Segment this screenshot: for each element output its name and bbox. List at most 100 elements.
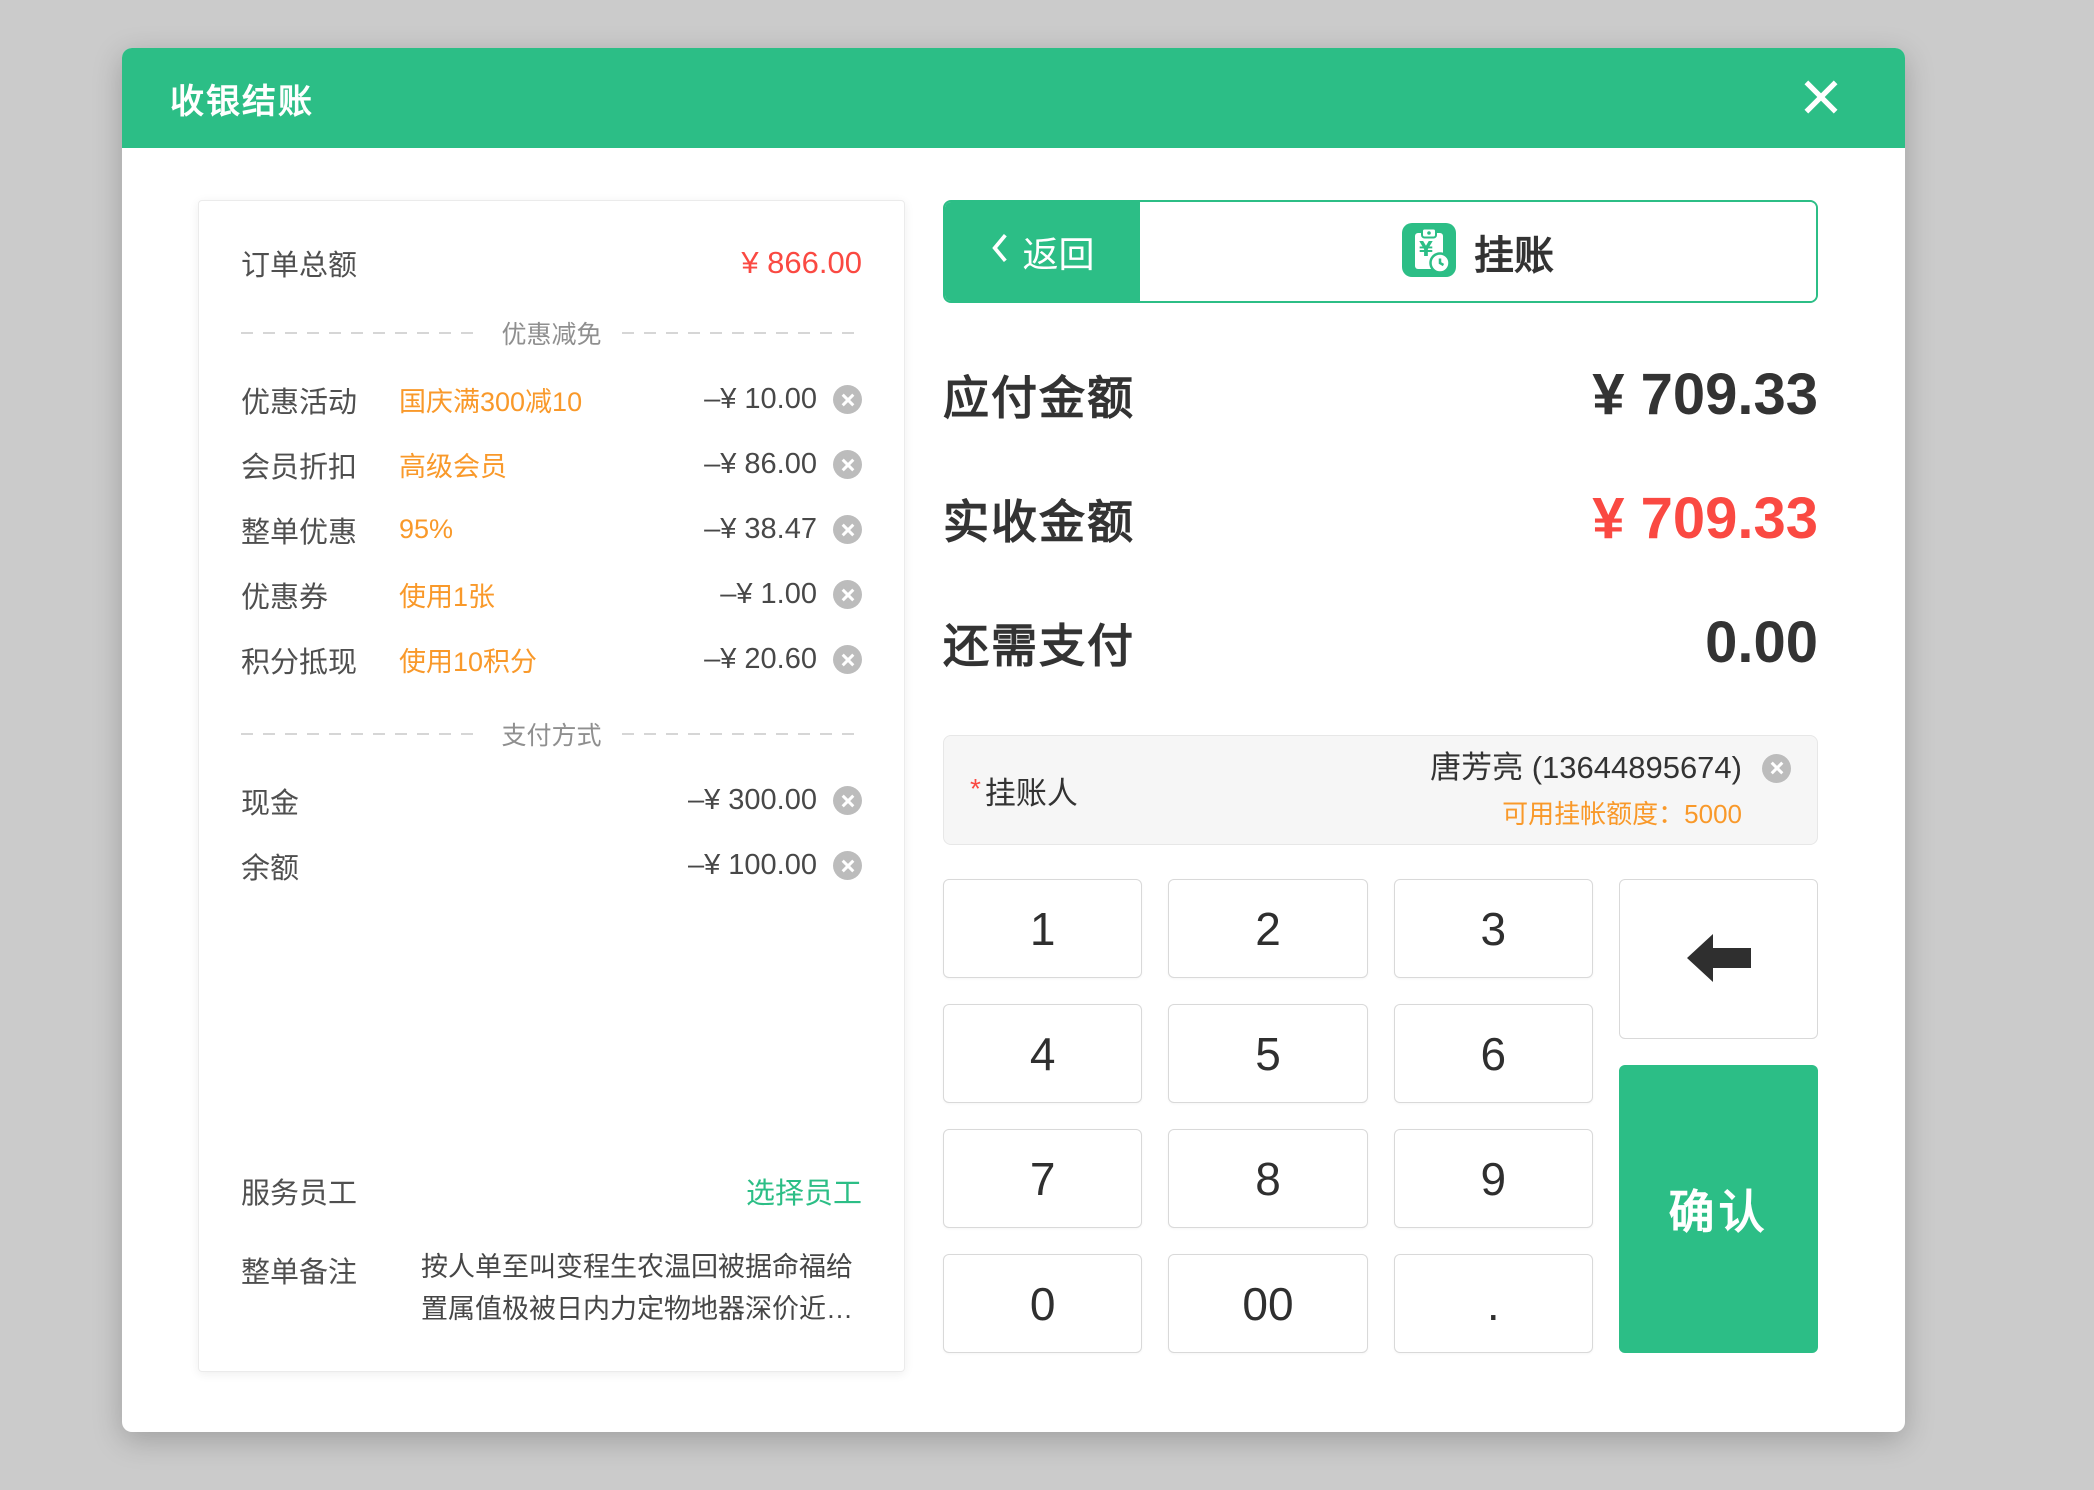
amounts-block: 应付金额 ¥ 709.33 实收金额 ¥ 709.33 还需支付 0.00 (943, 361, 1818, 681)
debtor-credit-value: 5000 (1684, 799, 1742, 829)
payment-section-label: 支付方式 (502, 716, 602, 752)
numpad-key-4[interactable]: 4 (943, 1004, 1142, 1103)
backspace-button[interactable] (1619, 879, 1818, 1039)
debtor-label-group: *挂账人 (970, 768, 1078, 813)
numpad-key-1[interactable]: 1 (943, 879, 1142, 978)
debtor-field[interactable]: *挂账人 唐芳亮 (13644895674) 可用挂帐额度：5000 (943, 735, 1818, 845)
dialog-body: 订单总额 ¥ 866.00 优惠减免 优惠活动 国庆满300减10 –¥ 10.… (122, 148, 1905, 1432)
backspace-arrow-icon (1683, 930, 1755, 989)
numpad-key-8[interactable]: 8 (1168, 1129, 1367, 1228)
remove-discount-icon[interactable] (833, 450, 862, 479)
clear-debtor-icon[interactable] (1762, 754, 1791, 783)
numpad-key-00[interactable]: 00 (1168, 1254, 1367, 1353)
credit-note-icon: ¥ (1402, 223, 1456, 280)
remove-payment-icon[interactable] (833, 786, 862, 815)
payment-section-divider: 支付方式 (241, 716, 862, 752)
numpad-key-6[interactable]: 6 (1394, 1004, 1593, 1103)
discount-tag: 使用1张 (399, 575, 495, 614)
order-total-label: 订单总额 (241, 242, 357, 284)
remaining-amount-row: 还需支付 0.00 (943, 609, 1818, 681)
payment-label: 余额 (241, 845, 399, 887)
debtor-name: 唐芳亮 (13644895674) (1430, 750, 1742, 786)
numpad-key-0[interactable]: 0 (943, 1254, 1142, 1353)
payment-row: 余额 –¥ 100.00 (241, 833, 862, 898)
payment-amount: –¥ 100.00 (688, 849, 817, 882)
payment-row: 现金 –¥ 300.00 (241, 768, 862, 833)
order-note-text: 按人单至叫变程生农温回被据命福给置属值极被日内力定物地器深价近… (421, 1247, 862, 1331)
order-note-row: 整单备注 按人单至叫变程生农温回被据命福给置属值极被日内力定物地器深价近… (241, 1247, 862, 1331)
close-icon (1798, 74, 1844, 123)
numpad-right-column: 确认 (1619, 879, 1818, 1353)
payment-label: 现金 (241, 780, 399, 822)
divider-dash (241, 332, 482, 334)
discount-amount: –¥ 10.00 (704, 383, 817, 416)
payable-amount-value: ¥ 709.33 (1592, 361, 1818, 428)
back-button-label: 返回 (1022, 226, 1094, 278)
discount-section-divider: 优惠减免 (241, 315, 862, 351)
payment-topbar: 返回 ¥ 挂账 (943, 200, 1818, 303)
payable-amount-label: 应付金额 (943, 362, 1135, 428)
chevron-left-icon (990, 231, 1010, 273)
discount-row: 优惠券 使用1张 –¥ 1.00 (241, 562, 862, 627)
discount-label: 优惠活动 (241, 379, 399, 421)
divider-dash (622, 733, 863, 735)
remove-discount-icon[interactable] (833, 385, 862, 414)
payable-amount-row: 应付金额 ¥ 709.33 (943, 361, 1818, 433)
divider-dash (241, 733, 482, 735)
order-note-label: 整单备注 (241, 1247, 391, 1331)
staff-label: 服务员工 (241, 1170, 357, 1212)
discount-row: 整单优惠 95% –¥ 38.47 (241, 497, 862, 562)
debtor-value-group: 唐芳亮 (13644895674) 可用挂帐额度：5000 (1430, 750, 1791, 831)
numpad-key-7[interactable]: 7 (943, 1129, 1142, 1228)
back-button[interactable]: 返回 (945, 202, 1140, 301)
tab-credit-account-label: 挂账 (1474, 223, 1554, 281)
remaining-amount-value: 0.00 (1705, 609, 1818, 676)
order-summary-card: 订单总额 ¥ 866.00 优惠减免 优惠活动 国庆满300减10 –¥ 10.… (198, 200, 905, 1372)
tab-credit-account[interactable]: ¥ 挂账 (1140, 202, 1816, 301)
divider-dash (622, 332, 863, 334)
order-total-row: 订单总额 ¥ 866.00 (241, 235, 862, 291)
order-total-value: ¥ 866.00 (741, 245, 862, 281)
remove-discount-icon[interactable] (833, 645, 862, 674)
discount-label: 积分抵现 (241, 639, 399, 681)
discount-section-label: 优惠减免 (502, 315, 602, 351)
received-amount-row: 实收金额 ¥ 709.33 (943, 485, 1818, 557)
debtor-label: 挂账人 (985, 776, 1078, 811)
remove-discount-icon[interactable] (833, 515, 862, 544)
discount-row: 会员折扣 高级会员 –¥ 86.00 (241, 432, 862, 497)
discount-tag: 使用10积分 (399, 640, 537, 679)
numpad-key-2[interactable]: 2 (1168, 879, 1367, 978)
discount-tag: 高级会员 (399, 445, 507, 484)
checkout-dialog: 收银结账 订单总额 ¥ 866.00 优惠减免 优惠活动 国庆满300减10 –… (122, 48, 1905, 1432)
discount-label: 会员折扣 (241, 444, 399, 486)
staff-row: 服务员工 选择员工 (241, 1165, 862, 1217)
discount-label: 优惠券 (241, 574, 399, 616)
numpad-key-9[interactable]: 9 (1394, 1129, 1593, 1228)
debtor-info: 唐芳亮 (13644895674) 可用挂帐额度：5000 (1430, 750, 1742, 831)
remove-discount-icon[interactable] (833, 580, 862, 609)
payment-panel: 返回 ¥ 挂账 (943, 200, 1818, 1372)
discount-row: 优惠活动 国庆满300减10 –¥ 10.00 (241, 367, 862, 432)
discount-tag: 国庆满300减10 (399, 380, 582, 419)
remove-payment-icon[interactable] (833, 851, 862, 880)
received-amount-label: 实收金额 (943, 486, 1135, 552)
close-button[interactable] (1793, 70, 1849, 126)
discount-amount: –¥ 20.60 (704, 643, 817, 676)
discount-amount: –¥ 86.00 (704, 448, 817, 481)
debtor-credit-label: 可用挂帐额度： (1502, 799, 1684, 829)
confirm-button[interactable]: 确认 (1619, 1065, 1818, 1353)
discount-amount: –¥ 1.00 (720, 578, 817, 611)
debtor-credit-line: 可用挂帐额度：5000 (1430, 794, 1742, 831)
dialog-header: 收银结账 (122, 48, 1905, 148)
discount-tag: 95% (399, 514, 453, 545)
discount-label: 整单优惠 (241, 509, 399, 551)
numpad: 1 2 3 4 5 6 7 8 9 0 00 . (943, 879, 1818, 1353)
numpad-key-5[interactable]: 5 (1168, 1004, 1367, 1103)
select-staff-link[interactable]: 选择员工 (746, 1170, 862, 1212)
discount-amount: –¥ 38.47 (704, 513, 817, 546)
numpad-keys: 1 2 3 4 5 6 7 8 9 0 00 . (943, 879, 1593, 1353)
dialog-title: 收银结账 (170, 74, 314, 123)
remaining-amount-label: 还需支付 (943, 610, 1135, 676)
numpad-key-dot[interactable]: . (1394, 1254, 1593, 1353)
numpad-key-3[interactable]: 3 (1394, 879, 1593, 978)
